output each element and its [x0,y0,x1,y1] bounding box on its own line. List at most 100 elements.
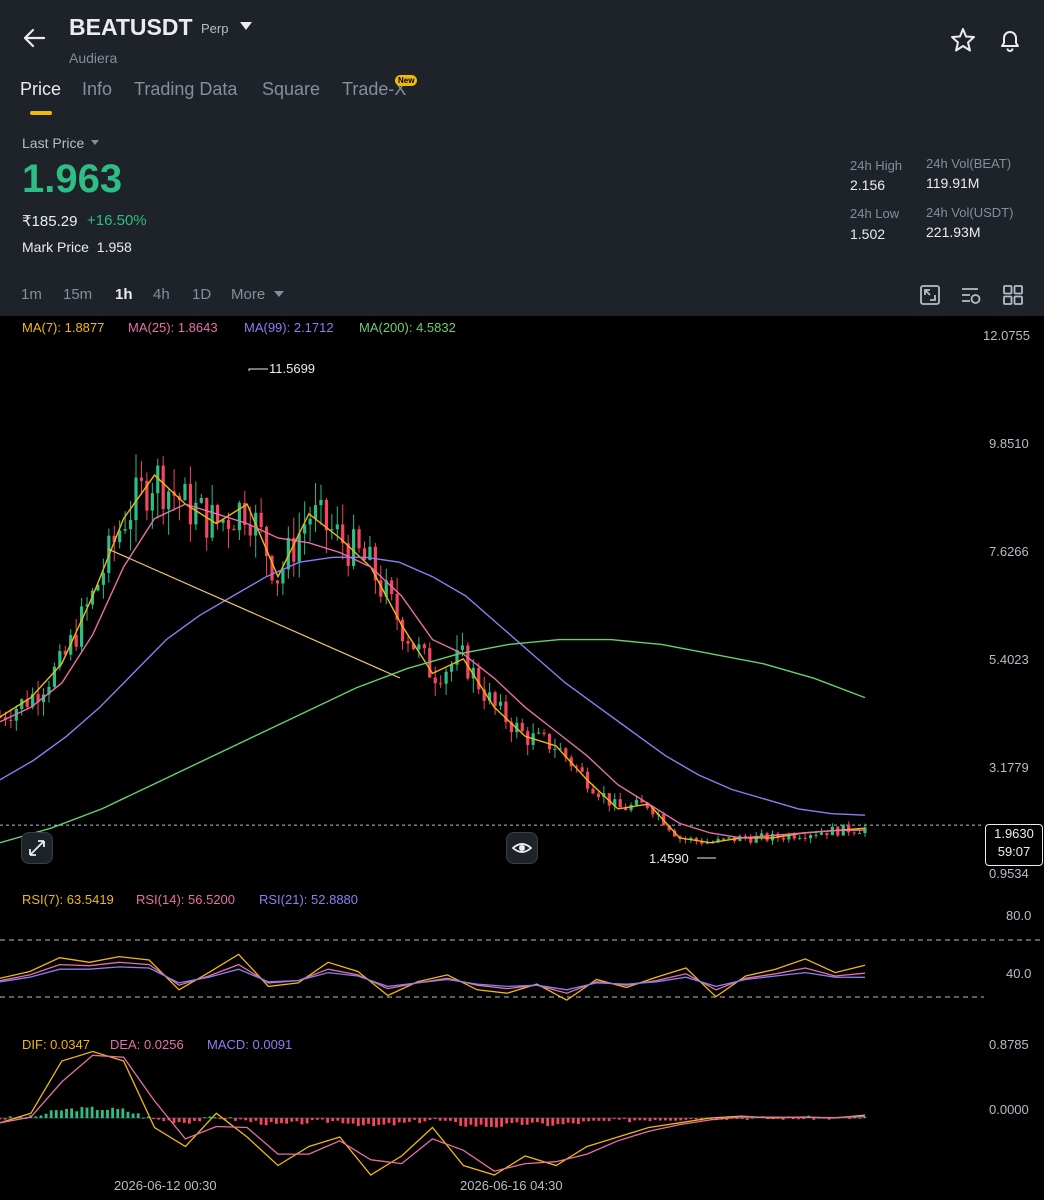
more-caret-icon[interactable] [274,291,284,297]
candle-body [417,644,421,650]
macd-bar [300,1118,304,1125]
layout-grid-icon[interactable] [1002,284,1024,306]
rsi-axis-label: 40.0 [1006,966,1032,981]
macd-bar [208,1116,212,1118]
macd-bar [802,1118,805,1119]
bell-icon[interactable] [996,26,1024,54]
eye-icon [511,843,533,853]
back-arrow-icon[interactable] [20,24,48,52]
macd-bar [638,1118,642,1121]
interval-4h[interactable]: 4h [153,286,170,303]
macd-bar [546,1118,550,1127]
macd-bar [669,1118,672,1121]
macd-bar [141,1117,145,1119]
candle-body [139,477,144,481]
interval-15m[interactable]: 15m [63,286,92,303]
candle-body [460,645,465,650]
macd-bar [274,1118,278,1124]
symbol-subtitle: Audiera [69,50,118,66]
last-price-caret-icon[interactable] [91,140,99,145]
macd-bar [203,1117,207,1119]
vol-usdt-value: 221.93M [926,224,981,240]
macd-bar [126,1111,130,1118]
candle-body [74,635,78,647]
interval-1d[interactable]: 1D [192,286,211,303]
price-axis-label: 9.8510 [989,436,1029,451]
header-panel: BEATUSDT Perp Audiera Price Info Trading… [0,0,1044,316]
macd-bar [305,1118,309,1124]
tab-square[interactable]: Square [262,79,320,100]
candle-body [237,502,241,531]
macd-bar [8,1116,12,1118]
expand-icon [29,840,45,856]
macd-bar [443,1118,447,1121]
macd-bar [689,1118,693,1119]
interval-1h[interactable]: 1h [115,286,133,303]
candle-body [493,692,497,706]
candle-body [194,502,198,525]
macd-bar [582,1118,585,1122]
last-price-label[interactable]: Last Price [22,135,84,151]
macd-bar [617,1118,621,1120]
macd-bar [152,1118,155,1120]
ma99-line [0,556,866,816]
candle-countdown: 59:07 [997,844,1031,859]
fullscreen-button[interactable] [21,832,53,864]
tab-price[interactable]: Price [20,79,61,100]
candle-body [721,838,726,840]
macd-bar [402,1118,406,1123]
macd-bar [848,1118,852,1119]
price-axis-label: 0.9534 [989,866,1029,881]
macd-axis-label: 0.8785 [989,1037,1029,1052]
candle-body [439,683,443,685]
macd-bar [500,1118,503,1127]
macd-bar [392,1118,396,1126]
macd-bar [356,1118,360,1127]
trendline [107,548,401,679]
candle-body [808,835,813,839]
candle-body [9,719,13,721]
macd-bar [541,1118,544,1124]
macd-bar [515,1118,519,1123]
rsi-axis-label: 80.0 [1006,908,1032,923]
visibility-button[interactable] [506,832,538,864]
candle-body [466,645,470,679]
macd-bar [85,1107,89,1118]
mark-price-value: 1.958 [96,239,132,255]
candle-body [406,641,410,644]
macd-bar [80,1107,84,1118]
candle-body [297,533,301,562]
candle-body [433,677,437,684]
candle-body [547,733,552,750]
star-icon[interactable] [949,26,977,54]
dropdown-caret-icon[interactable] [240,22,252,30]
new-badge: New [395,75,418,86]
macd-bar [367,1118,370,1124]
interval-1m[interactable]: 1m [21,286,42,303]
rsi-line-7 [0,953,866,1001]
price-axis-label: 3.1779 [989,760,1029,775]
indicator-settings-icon[interactable] [960,284,982,306]
macd-bar [423,1118,427,1122]
symbol-title[interactable]: BEATUSDT [69,14,193,41]
candle-body [188,483,193,525]
candle-body [444,671,448,684]
macd-bar [408,1118,411,1122]
tab-info[interactable]: Info [82,79,112,100]
macd-bar [382,1118,386,1125]
macd-bar [438,1118,442,1121]
high-label: 24h High [850,158,903,173]
macd-bar [269,1118,273,1123]
macd-bar [684,1118,688,1120]
macd-bar [331,1118,335,1122]
tab-trading-data[interactable]: Trading Data [134,79,237,100]
macd-bar [259,1118,263,1125]
macd-bar [449,1118,452,1121]
price-chart[interactable] [0,316,1044,1200]
candle-body [765,833,769,841]
macd-bar [750,1117,754,1119]
x-axis-date: 2026-06-12 00:30 [114,1178,217,1193]
interval-more[interactable]: More [231,286,265,303]
chart-settings-icon[interactable] [919,284,941,306]
candle-body [161,465,165,510]
